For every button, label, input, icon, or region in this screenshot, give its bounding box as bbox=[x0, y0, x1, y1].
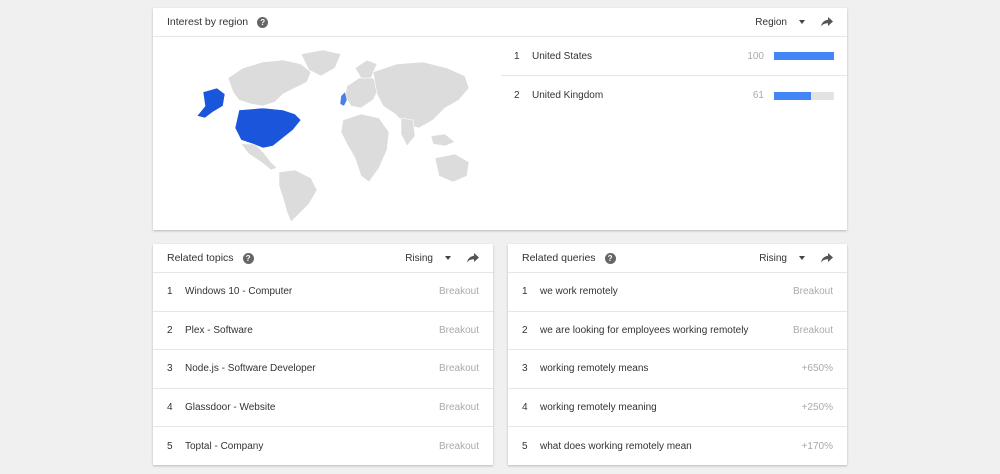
topic-row[interactable]: 2 Plex - Software Breakout bbox=[153, 312, 493, 350]
caret-down-icon bbox=[445, 256, 451, 260]
row-rank: 5 bbox=[167, 440, 173, 452]
region-row[interactable]: 1 United States 100 bbox=[501, 37, 847, 76]
map-asia bbox=[372, 61, 470, 129]
region-resolution-dropdown[interactable]: Region bbox=[755, 17, 805, 28]
region-name[interactable]: United Kingdom bbox=[532, 90, 734, 101]
row-rank: 4 bbox=[522, 401, 528, 413]
world-map[interactable] bbox=[183, 48, 473, 223]
row-value: +170% bbox=[801, 440, 833, 452]
card-title: Related queries bbox=[522, 252, 596, 264]
topic-row[interactable]: 3 Node.js - Software Developer Breakout bbox=[153, 350, 493, 389]
map-india bbox=[400, 117, 416, 147]
row-label[interactable]: Toptal - Company bbox=[185, 441, 439, 452]
row-value: +250% bbox=[801, 401, 833, 413]
row-label[interactable]: Glassdoor - Website bbox=[185, 402, 439, 413]
card-header: Interest by region ? Region bbox=[153, 8, 847, 37]
row-label[interactable]: Plex - Software bbox=[185, 325, 439, 336]
queries-list: 1 we work remotely Breakout 2 we are looking… bbox=[508, 273, 847, 466]
topic-row[interactable]: 5 Toptal - Company Breakout bbox=[153, 427, 493, 466]
query-row[interactable]: 3 working remotely means +650% bbox=[508, 350, 847, 389]
region-row[interactable]: 2 United Kingdom 61 bbox=[501, 76, 847, 115]
row-value: Breakout bbox=[438, 324, 479, 336]
region-name[interactable]: United States bbox=[532, 51, 734, 62]
region-bar-fill bbox=[774, 52, 834, 60]
row-value: Breakout bbox=[792, 324, 833, 336]
region-value: 61 bbox=[752, 90, 764, 101]
map-mexico bbox=[240, 143, 278, 171]
row-rank: 2 bbox=[167, 324, 173, 336]
related-queries-card: Related queries ? Rising 1 we work remote… bbox=[508, 244, 847, 465]
row-label[interactable]: we are looking for employees working rem… bbox=[540, 325, 793, 336]
row-label[interactable]: working remotely meaning bbox=[540, 402, 802, 413]
row-rank: 3 bbox=[522, 363, 528, 375]
map-australia bbox=[434, 153, 470, 183]
help-icon[interactable]: ? bbox=[242, 252, 254, 264]
row-label[interactable]: Windows 10 - Computer bbox=[185, 286, 439, 297]
map-europe bbox=[344, 77, 380, 109]
help-icon[interactable]: ? bbox=[257, 16, 269, 28]
region-bar-track bbox=[774, 52, 834, 60]
rising-dropdown[interactable]: Rising bbox=[759, 253, 805, 264]
card-title: Interest by region bbox=[167, 16, 249, 28]
topic-row[interactable]: 4 Glassdoor - Website Breakout bbox=[153, 389, 493, 427]
map-africa bbox=[340, 113, 390, 183]
dropdown-value: Region bbox=[755, 16, 787, 28]
map-canada bbox=[227, 59, 312, 107]
query-row[interactable]: 5 what does working remotely mean +170% bbox=[508, 427, 847, 466]
share-icon[interactable] bbox=[821, 253, 833, 263]
row-rank: 4 bbox=[167, 401, 173, 413]
share-icon[interactable] bbox=[467, 253, 479, 263]
row-label[interactable]: Node.js - Software Developer bbox=[185, 363, 439, 374]
card-header: Related queries ? Rising bbox=[508, 244, 847, 273]
row-value: Breakout bbox=[438, 363, 479, 375]
row-rank: 1 bbox=[167, 286, 173, 298]
caret-down-icon bbox=[799, 20, 805, 24]
dropdown-value: Rising bbox=[759, 252, 787, 264]
interest-by-region-card: Interest by region ? Region 1 United Sta… bbox=[153, 8, 847, 230]
map-se-asia bbox=[430, 133, 456, 147]
row-rank: 2 bbox=[522, 324, 528, 336]
map-alaska bbox=[196, 87, 226, 119]
row-label[interactable]: working remotely means bbox=[540, 363, 802, 374]
map-united-states bbox=[234, 107, 302, 149]
row-value: Breakout bbox=[438, 286, 479, 298]
region-bar-fill bbox=[774, 91, 811, 100]
row-value: Breakout bbox=[438, 401, 479, 413]
card-title: Related topics bbox=[167, 252, 234, 264]
dropdown-value: Rising bbox=[405, 252, 433, 264]
row-value: +650% bbox=[801, 363, 833, 375]
region-rank: 2 bbox=[514, 90, 520, 101]
query-row[interactable]: 4 working remotely meaning +250% bbox=[508, 389, 847, 427]
row-rank: 1 bbox=[522, 286, 528, 298]
map-south-america bbox=[278, 169, 318, 223]
region-bar-track bbox=[774, 91, 834, 100]
share-icon[interactable] bbox=[821, 17, 833, 27]
row-value: Breakout bbox=[438, 440, 479, 452]
region-rank: 1 bbox=[514, 50, 520, 62]
row-label[interactable]: what does working remotely mean bbox=[540, 441, 802, 452]
row-rank: 5 bbox=[522, 440, 528, 452]
topic-row[interactable]: 1 Windows 10 - Computer Breakout bbox=[153, 273, 493, 312]
region-list: 1 United States 100 2 United Kingdom 61 bbox=[501, 37, 847, 115]
query-row[interactable]: 2 we are looking for employees working re… bbox=[508, 312, 847, 350]
query-row[interactable]: 1 we work remotely Breakout bbox=[508, 273, 847, 312]
topics-list: 1 Windows 10 - Computer Breakout 2 Plex - So… bbox=[153, 273, 493, 466]
row-value: Breakout bbox=[792, 286, 833, 298]
rising-dropdown[interactable]: Rising bbox=[405, 253, 451, 264]
region-value: 100 bbox=[747, 50, 764, 62]
row-label[interactable]: we work remotely bbox=[540, 286, 793, 297]
row-rank: 3 bbox=[167, 363, 173, 375]
related-topics-card: Related topics ? Rising 1 Windows 10 - Co… bbox=[153, 244, 493, 465]
caret-down-icon bbox=[799, 256, 805, 260]
card-header: Related topics ? Rising bbox=[153, 244, 493, 273]
help-icon[interactable]: ? bbox=[604, 252, 616, 264]
